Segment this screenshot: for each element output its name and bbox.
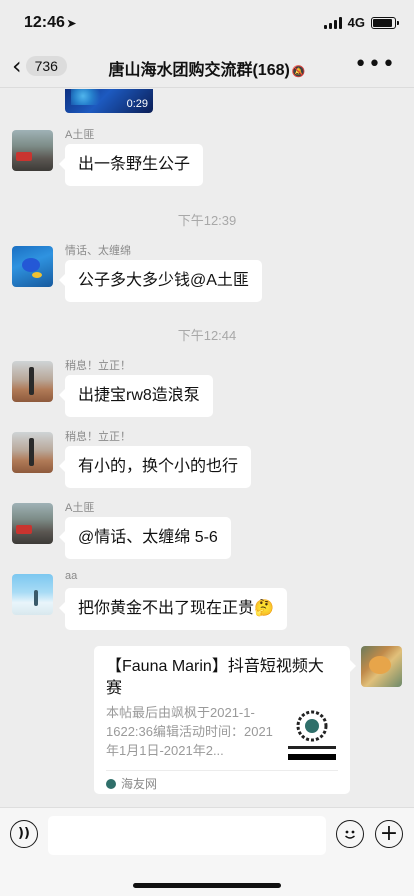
car-shape [16, 525, 32, 534]
avatar[interactable] [12, 130, 53, 171]
sender-name: A土匪 [65, 502, 95, 514]
link-card[interactable]: 【Fauna Marin】抖音短视频大赛 本帖最后由飒枫于2021-1-1622… [94, 646, 356, 794]
status-indicators: 4G [323, 15, 399, 30]
fish-shape [22, 258, 40, 272]
video-message[interactable]: 0:29 [65, 89, 153, 113]
message-bubble[interactable]: @情话、太缠绵 5-6 [59, 517, 231, 559]
video-duration: 0:29 [126, 98, 148, 110]
home-indicator [133, 883, 281, 888]
person-shape [29, 438, 34, 466]
avatar[interactable] [12, 574, 53, 615]
bell-off-icon: 🔕 [291, 66, 306, 78]
plus-button[interactable]: + [375, 820, 403, 848]
coral-pattern [71, 89, 111, 105]
message-input[interactable] [48, 816, 326, 855]
card-source-label: 海友网 [121, 777, 158, 791]
message-bubble[interactable]: 公子多大多少钱@A土匪 [59, 260, 262, 302]
message-bubble[interactable]: 把你黄金不出了现在正贵🤔 [59, 588, 287, 630]
avatar[interactable] [12, 361, 53, 402]
card-source: 海友网 [106, 770, 338, 792]
site-icon [106, 778, 116, 789]
fish-shape [369, 656, 391, 674]
card-title: 【Fauna Marin】抖音短视频大赛 [106, 658, 324, 697]
thinking-emoji: 🤔 [254, 600, 274, 617]
battery-icon [371, 16, 399, 29]
qr-logo-image [288, 710, 336, 760]
voice-button[interactable]: )) [10, 820, 38, 848]
card-thumbnail [284, 704, 340, 760]
chat-header: ‹ 736 唐山海水团购交流群(168) 🔕 ••• [0, 48, 414, 88]
card-description: 本帖最后由飒枫于2021-1-1622:36编辑活动时间：2021年1月1日-2… [106, 705, 273, 758]
person-shape [34, 590, 38, 606]
unread-count-badge: 736 [25, 56, 67, 76]
sender-name: 稍息！立正！ [65, 431, 131, 443]
message-bubble[interactable]: 有小的，换个小的也行 [58, 446, 252, 488]
status-time: 12:46 ➤ [24, 14, 77, 31]
network-type: 4G [347, 15, 365, 30]
more-button[interactable]: ••• [354, 52, 396, 77]
avatar[interactable] [12, 503, 53, 544]
location-arrow-icon: ➤ [66, 18, 77, 30]
sender-name: aa [65, 570, 78, 582]
message-text: 把你黄金不出了现在正贵 [78, 600, 255, 617]
chevron-left-icon: ‹ [12, 52, 22, 80]
car-shape [16, 152, 32, 161]
timestamp: 下午12:39 [177, 213, 237, 228]
back-button[interactable]: ‹ 736 [12, 54, 67, 78]
avatar[interactable] [12, 246, 53, 287]
plus-icon: + [379, 821, 399, 846]
chat-area[interactable]: 0:29 A土匪 出一条野生公子 下午12:39 情话、太缠绵 公子多大多少钱@… [0, 89, 414, 807]
sender-name: 稍息！立正！ [65, 360, 131, 372]
emoji-button[interactable] [336, 820, 364, 848]
message-bubble[interactable]: 出捷宝rw8造浪泵 [59, 375, 213, 417]
emoji-icon [345, 830, 355, 839]
avatar[interactable] [12, 432, 53, 473]
more-icon: ••• [354, 52, 396, 77]
fish-fin [32, 272, 42, 278]
signal-icon [323, 16, 342, 29]
message-bubble[interactable]: 出一条野生公子 [58, 144, 204, 186]
sender-name: 情话、太缠绵 [65, 245, 131, 257]
status-bar: 12:46 ➤ 4G [0, 0, 414, 48]
person-shape [29, 367, 34, 395]
voice-icon: )) [18, 826, 30, 841]
input-bar: )) + [0, 807, 414, 896]
sender-name: A土匪 [65, 129, 95, 141]
timestamp: 下午12:44 [177, 328, 237, 343]
chat-title: 唐山海水团购交流群(168) 🔕 [108, 62, 306, 79]
my-avatar[interactable] [361, 646, 402, 687]
